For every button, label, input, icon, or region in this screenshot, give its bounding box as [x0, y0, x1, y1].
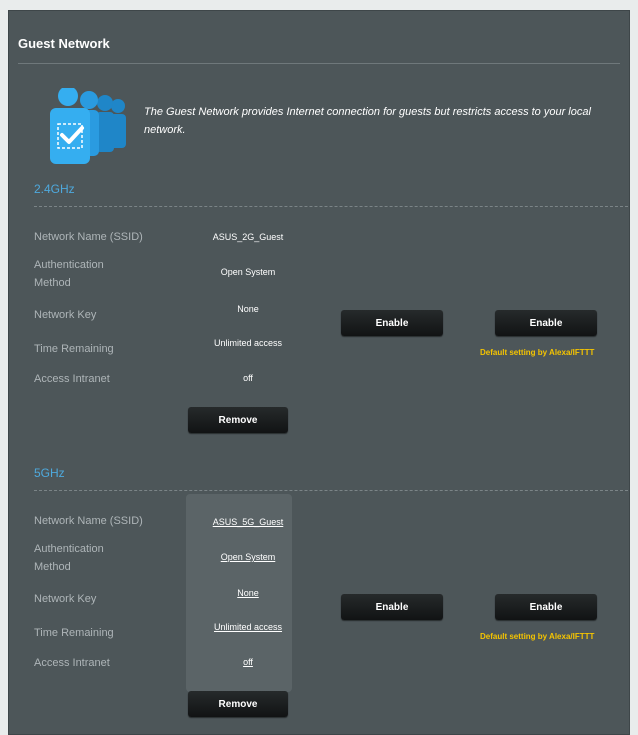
label-time-5g: Time Remaining: [34, 627, 114, 639]
band-divider-2g: [34, 206, 628, 207]
value-key-2g: None: [237, 304, 259, 314]
page-title: Guest Network: [18, 36, 110, 51]
band-title-2g: 2.4GHz: [34, 182, 75, 196]
remove-button-5g[interactable]: Remove: [188, 691, 288, 717]
value-intranet-2g: off: [243, 373, 253, 383]
enable-button-5g-alexa[interactable]: Enable: [495, 594, 597, 620]
enable-button-2g[interactable]: Enable: [341, 310, 443, 336]
enable-button-5g[interactable]: Enable: [341, 594, 443, 620]
guest-users-check-icon: [50, 88, 126, 164]
value-key-5g[interactable]: None: [188, 588, 308, 598]
guest-network-description: The Guest Network provides Internet conn…: [144, 106, 591, 136]
label-ssid-5g: Network Name (SSID): [34, 515, 143, 527]
enable-button-2g-alexa[interactable]: Enable: [495, 310, 597, 336]
label-ssid-2g: Network Name (SSID): [34, 231, 143, 243]
value-intranet-5g[interactable]: off: [188, 657, 308, 667]
label-key-5g: Network Key: [34, 593, 97, 605]
value-time-5g[interactable]: Unlimited access: [188, 622, 308, 632]
remove-button-2g[interactable]: Remove: [188, 407, 288, 433]
label-time-2g: Time Remaining: [34, 343, 114, 355]
label-auth-2g: Authentication Method: [34, 259, 104, 289]
guest-network-panel: Guest Network The Guest Network provides…: [8, 10, 630, 735]
title-divider: [18, 63, 620, 64]
value-time-2g: Unlimited access: [213, 338, 283, 348]
value-auth-5g[interactable]: Open System: [188, 552, 308, 562]
alexa-note-5g: Default setting by Alexa/IFTTT: [480, 632, 595, 641]
label-intranet-2g: Access Intranet: [34, 373, 110, 385]
band-title-5g: 5GHz: [34, 466, 65, 480]
value-ssid-2g: ASUS_2G_Guest: [212, 232, 284, 242]
value-ssid-5g[interactable]: ASUS_5G_Guest: [188, 517, 308, 527]
value-auth-2g: Open System: [220, 267, 276, 277]
label-key-2g: Network Key: [34, 309, 97, 321]
label-intranet-5g: Access Intranet: [34, 657, 110, 669]
label-auth-5g: Authentication Method: [34, 543, 104, 573]
alexa-note-2g: Default setting by Alexa/IFTTT: [480, 348, 595, 357]
band-divider-5g: [34, 490, 628, 491]
